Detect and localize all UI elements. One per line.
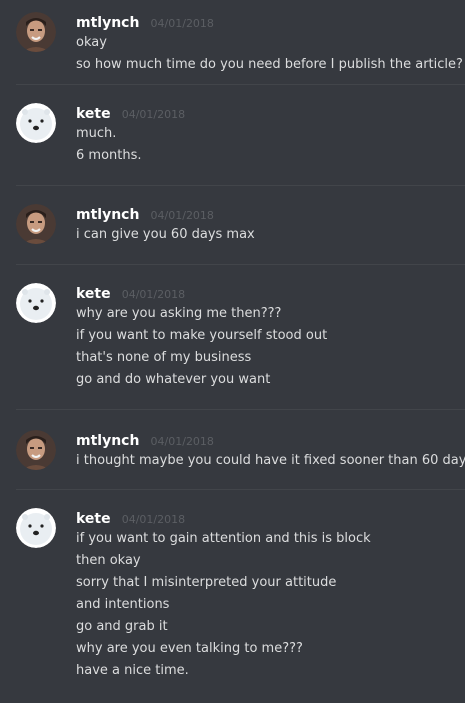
timestamp: 04/01/2018	[150, 17, 214, 30]
message-group: kete 04/01/2018 much. 6 months.	[0, 85, 465, 185]
user-avatar[interactable]	[16, 204, 56, 244]
timestamp: 04/01/2018	[121, 513, 186, 526]
message-group: mtlynch 04/01/2018 okay so how much time…	[0, 0, 465, 84]
timestamp: 04/01/2018	[121, 108, 186, 121]
message-text: sorry that I misinterpreted your attitud…	[76, 575, 337, 590]
message-text: okay	[76, 35, 107, 50]
message-group: mtlynch 04/01/2018 i thought maybe you c…	[0, 410, 465, 489]
message-text: why are you asking me then???	[76, 306, 282, 321]
timestamp: 04/01/2018	[150, 435, 214, 448]
user-avatar[interactable]	[16, 430, 56, 470]
message-text: go and grab it	[76, 619, 168, 634]
message-text: if you want to gain attention and this i…	[76, 531, 371, 546]
message-text: why are you even talking to me???	[76, 641, 303, 656]
message-group: kete 04/01/2018 why are you asking me th…	[0, 265, 465, 409]
message-text: so how much time do you need before I pu…	[76, 57, 463, 72]
message-text: then okay	[76, 553, 141, 568]
user-avatar[interactable]	[16, 508, 56, 548]
chat-log: mtlynch 04/01/2018 okay so how much time…	[0, 0, 465, 703]
message-group: mtlynch 04/01/2018 i can give you 60 day…	[0, 186, 465, 264]
message-text: go and do whatever you want	[76, 372, 271, 387]
username[interactable]: kete	[76, 511, 111, 527]
timestamp: 04/01/2018	[150, 209, 214, 222]
message-text: have a nice time.	[76, 663, 189, 678]
message-text: 6 months.	[76, 148, 142, 163]
user-avatar[interactable]	[16, 103, 56, 143]
user-avatar[interactable]	[16, 283, 56, 323]
message-text: i thought maybe you could have it fixed …	[76, 453, 465, 468]
message-text: i can give you 60 days max	[76, 227, 255, 242]
username[interactable]: mtlynch	[76, 207, 139, 223]
message-text: if you want to make yourself stood out	[76, 328, 328, 343]
message-text: that's none of my business	[76, 350, 252, 365]
user-avatar[interactable]	[16, 12, 56, 52]
username[interactable]: mtlynch	[76, 15, 139, 31]
username[interactable]: kete	[76, 106, 111, 122]
message-text: much.	[76, 126, 117, 141]
message-group: kete 04/01/2018 if you want to gain atte…	[0, 490, 465, 680]
timestamp: 04/01/2018	[121, 288, 186, 301]
username[interactable]: kete	[76, 286, 111, 302]
username[interactable]: mtlynch	[76, 433, 139, 449]
message-text: and intentions	[76, 597, 170, 612]
